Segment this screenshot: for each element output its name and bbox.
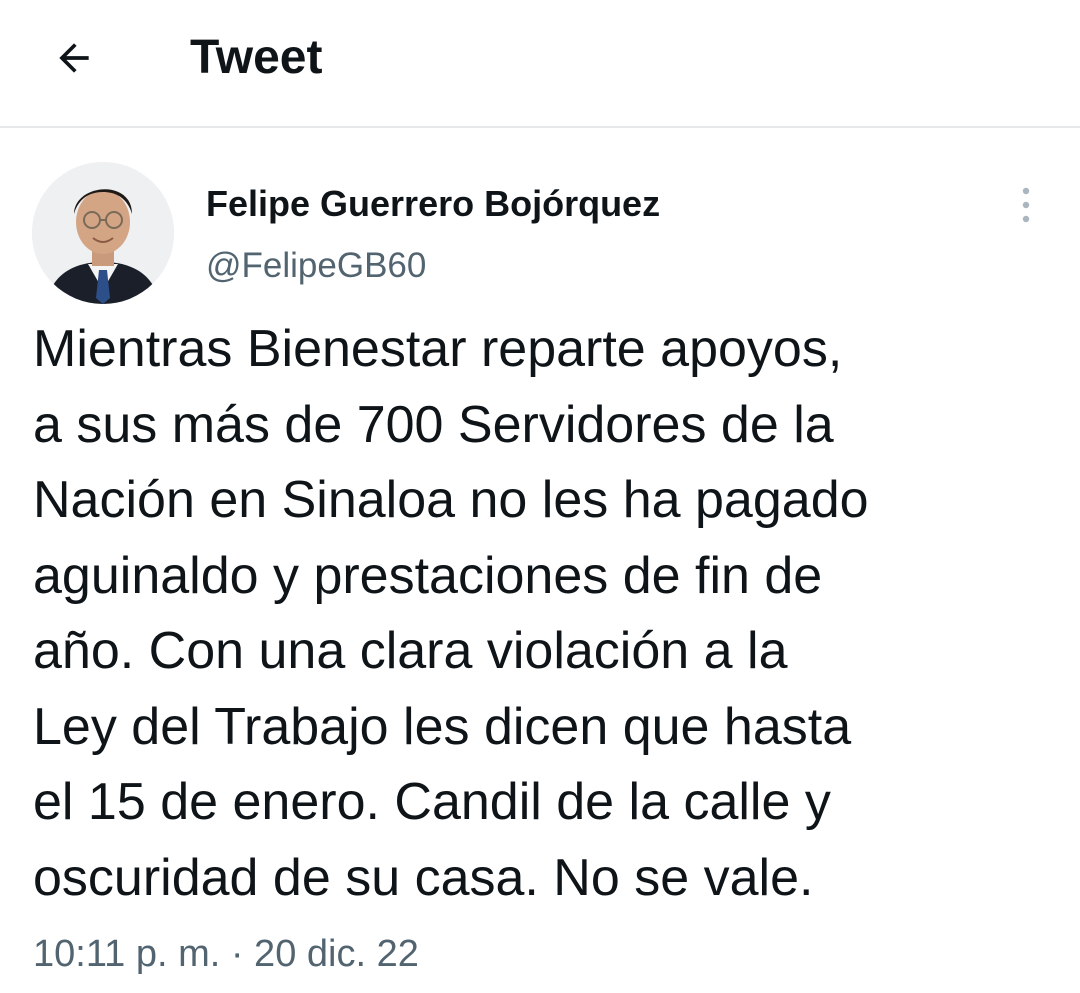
profile-photo (32, 162, 174, 304)
top-bar: Tweet (0, 0, 1080, 128)
tweet-text: Mientras Bienestar reparte apoyos, a sus… (33, 320, 869, 907)
page-title: Tweet (190, 31, 323, 84)
author-handle[interactable]: @FelipeGB60 (206, 244, 426, 288)
back-button[interactable] (46, 30, 102, 86)
vertical-dots-icon (1022, 187, 1030, 223)
avatar[interactable] (32, 162, 174, 304)
author-name[interactable]: Felipe Guerrero Bojórquez (206, 182, 660, 226)
tweet-timestamp[interactable]: 10:11 p. m. · 20 dic. 22 (33, 930, 419, 978)
more-options-button[interactable] (1006, 180, 1046, 230)
arrow-left-icon (59, 43, 89, 73)
